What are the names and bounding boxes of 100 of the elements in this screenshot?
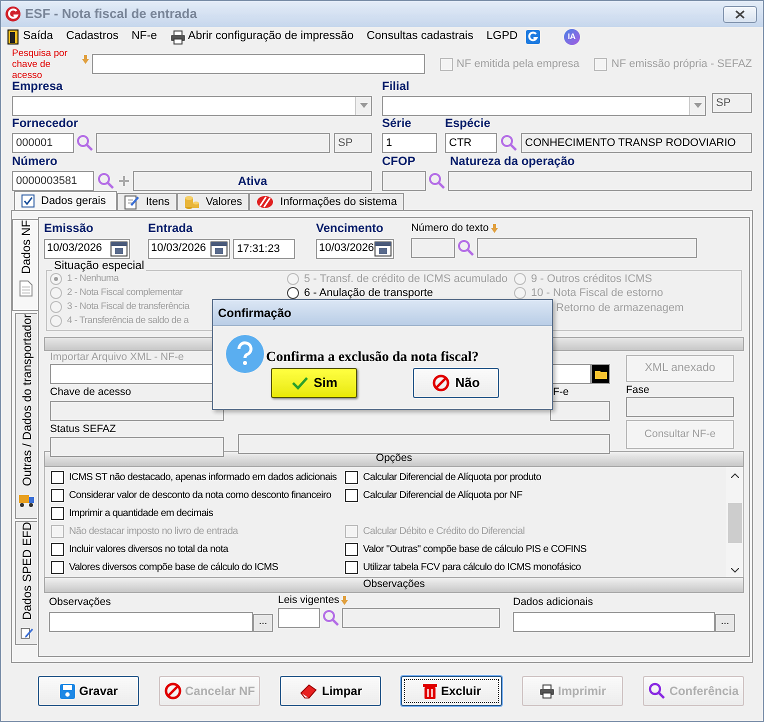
checkbox-icon (21, 194, 35, 208)
calendar-icon[interactable] (374, 240, 392, 256)
menu-item[interactable]: Cadastros (66, 28, 118, 46)
action-button[interactable]: Limpar (280, 676, 381, 706)
field-label: Fornecedor (12, 116, 78, 130)
menu-item[interactable]: Abrir configuração de impressão (170, 28, 354, 46)
side-tab[interactable]: Dados NF (12, 219, 38, 311)
field-label: Espécie (445, 116, 490, 130)
scroll-down-icon[interactable] (730, 568, 738, 573)
menu-item[interactable]: NF-e (131, 28, 158, 46)
input-field[interactable] (411, 238, 456, 258)
menu-item[interactable]: Saída (7, 28, 54, 46)
folder-button[interactable] (591, 364, 610, 384)
pencil-icon (18, 626, 34, 640)
radio-label: 3 - Nota Fiscal de transferência (67, 300, 190, 314)
scrollbar[interactable] (726, 467, 743, 577)
dialog-button[interactable]: Sim (271, 368, 357, 398)
checkbox-label: NF emitida pela empresa (456, 56, 580, 72)
field-label: Dados adicionais (513, 596, 593, 608)
floppy-icon (59, 682, 76, 700)
ai-badge[interactable]: IA (564, 29, 580, 45)
radio-label: 5 - Transf. de crédito de ICMS acumulado (304, 272, 508, 287)
checkbox[interactable] (51, 542, 64, 556)
input-field[interactable] (50, 437, 224, 457)
eraser-icon (298, 683, 319, 699)
input-field[interactable] (278, 608, 320, 628)
input-field[interactable] (626, 397, 734, 417)
date-field[interactable]: 10/03/2026 (44, 238, 130, 258)
input-field[interactable]: SP (334, 132, 372, 152)
side-tab[interactable]: Outras / Dados do transportador (15, 313, 37, 519)
more-button[interactable]: ... (253, 614, 273, 632)
checkbox[interactable] (51, 470, 64, 484)
checkbox[interactable] (345, 542, 358, 556)
dialog-button[interactable]: Não (413, 368, 499, 398)
input-field[interactable]: CONHECIMENTO TRANSP RODOVIARIO (521, 132, 752, 152)
tab[interactable]: Itens (116, 193, 177, 210)
input-field[interactable]: SP (712, 93, 752, 113)
search-icon[interactable] (322, 609, 340, 627)
radio-button[interactable] (287, 287, 299, 299)
search-icon[interactable] (457, 238, 476, 257)
date-field[interactable]: 10/03/2026 (316, 238, 394, 258)
close-button[interactable] (723, 6, 757, 22)
input-field[interactable] (448, 170, 752, 190)
tab[interactable]: Informações do sistema (249, 193, 404, 210)
input-field[interactable] (49, 612, 253, 632)
input-field[interactable]: 17:31:23 (233, 238, 295, 258)
question-icon (226, 335, 264, 373)
menu-item[interactable]: Consultas cadastrais (366, 28, 474, 46)
scroll-up-icon[interactable] (730, 473, 738, 478)
search-field[interactable] (92, 54, 425, 74)
coins-icon (184, 194, 200, 210)
search-icon[interactable] (97, 172, 115, 190)
search-icon[interactable] (428, 172, 446, 190)
close-icon (735, 10, 745, 18)
calendar-icon[interactable] (210, 240, 228, 256)
input-field[interactable] (238, 434, 610, 454)
radio-label: Retorno de armazenagem (556, 301, 684, 314)
action-button[interactable]: Excluir (401, 676, 502, 706)
checkbox[interactable] (51, 488, 64, 502)
field-label: Emissão (44, 221, 94, 235)
input-field[interactable] (550, 400, 610, 420)
input-field[interactable]: 000001 (12, 132, 74, 152)
menu-item[interactable]: LGPD (486, 28, 518, 46)
input-field[interactable] (513, 612, 715, 632)
date-field[interactable]: 10/03/2026 (148, 238, 230, 258)
search-icon[interactable] (500, 134, 518, 152)
checkbox[interactable] (345, 470, 358, 484)
input-field[interactable] (382, 170, 426, 190)
checkbox-label: Incluir valores diversos no total da nota (69, 542, 228, 556)
plus-icon[interactable] (118, 174, 130, 186)
more-button[interactable]: ... (715, 614, 735, 632)
dropdown[interactable] (12, 96, 372, 116)
calendar-icon[interactable] (110, 240, 128, 256)
dropdown[interactable] (382, 96, 706, 116)
field-label: Observações (49, 596, 111, 608)
tab[interactable]: Dados gerais (14, 191, 117, 210)
input-field[interactable] (477, 238, 698, 258)
search-icon[interactable] (76, 134, 94, 152)
checkbox[interactable] (345, 488, 358, 502)
dialog-title: Confirmação (218, 304, 292, 322)
input-field[interactable] (50, 400, 224, 420)
checkbox[interactable] (345, 560, 358, 574)
input-field[interactable]: CTR (445, 132, 497, 152)
stripes-logo-icon (256, 195, 274, 209)
checkbox[interactable] (51, 506, 64, 520)
g-app-icon[interactable] (524, 29, 541, 45)
side-tab[interactable]: Dados SPED EFD (15, 521, 37, 645)
input-field[interactable] (96, 132, 330, 152)
field-label: F-e (553, 386, 569, 398)
checkbox-label: ICMS ST não destacado, apenas informado em dados adicionais (69, 470, 337, 484)
checkbox[interactable] (51, 560, 64, 574)
tab[interactable]: Valores (176, 193, 250, 210)
input-field[interactable]: 1 (382, 132, 437, 152)
input-field[interactable] (342, 608, 500, 628)
search-label: Pesquisa por chave de acesso (12, 48, 68, 80)
field-label: Empresa (12, 79, 63, 93)
field-label: Série (382, 116, 412, 130)
truck-icon (18, 492, 35, 508)
input-field[interactable]: 0000003581 (12, 170, 94, 190)
action-button[interactable]: Gravar (38, 676, 139, 706)
